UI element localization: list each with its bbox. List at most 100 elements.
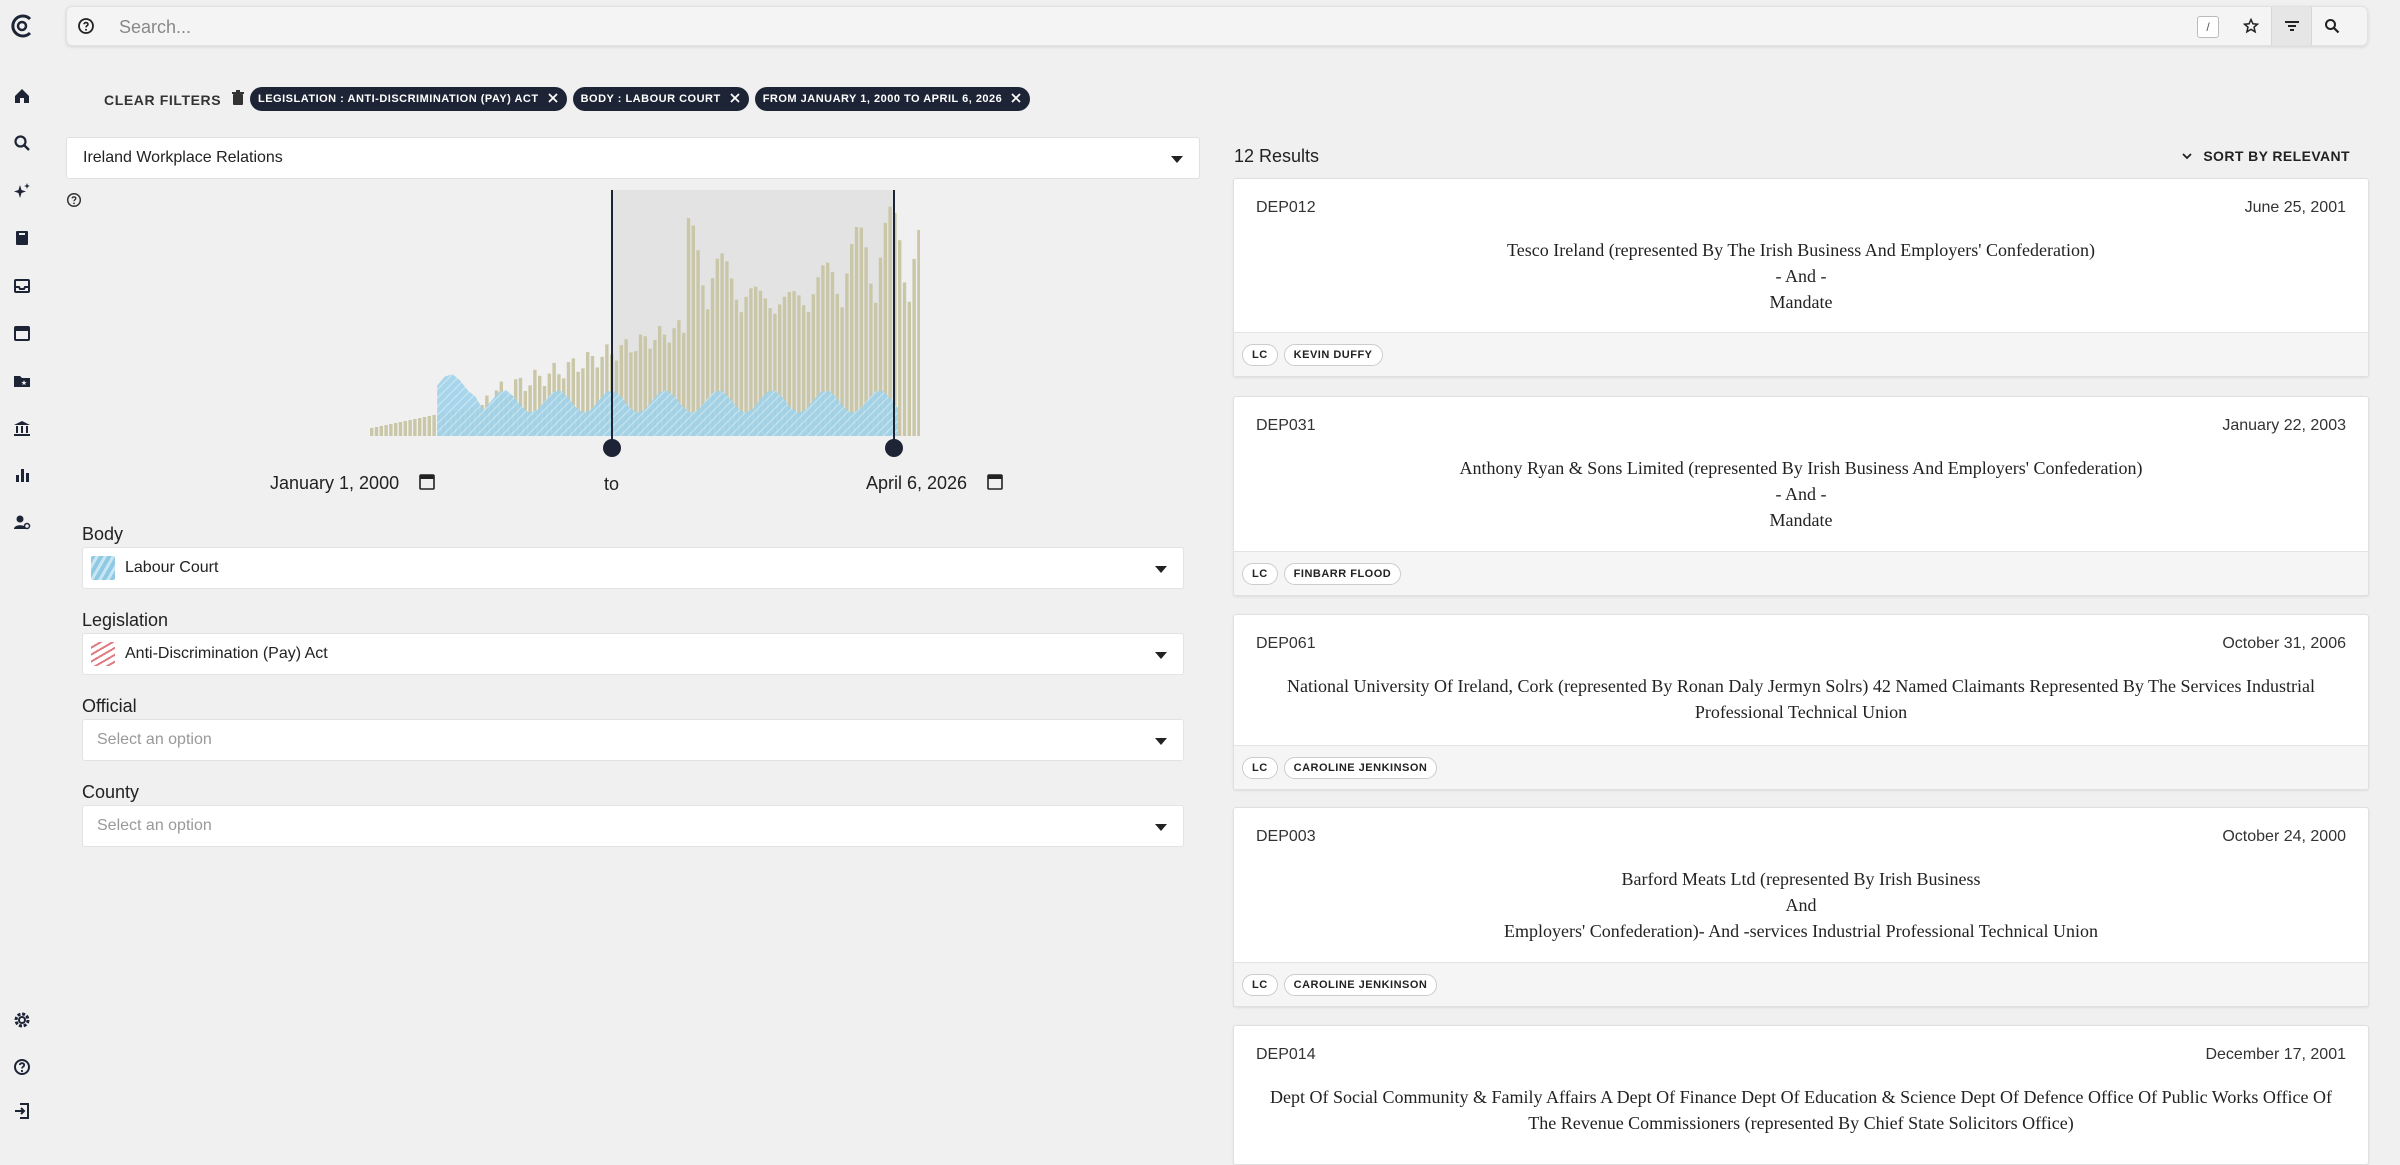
book-icon[interactable] — [10, 226, 34, 250]
body-value: Labour Court — [125, 559, 219, 576]
help-icon[interactable] — [10, 1055, 34, 1079]
close-icon[interactable] — [729, 92, 741, 107]
filter-icon[interactable] — [2271, 7, 2311, 45]
result-date: June 25, 2001 — [2244, 199, 2346, 216]
search-nav-icon[interactable] — [10, 131, 34, 155]
histogram-bar — [398, 422, 403, 436]
filter-chip[interactable]: LEGISLATION : ANTI-DISCRIMINATION (PAY) … — [250, 87, 567, 111]
title-line: Mandate — [1769, 292, 1833, 312]
filter-chip[interactable]: FROM JANUARY 1, 2000 TO APRIL 6, 2026 — [754, 87, 1031, 111]
calendar-icon[interactable] — [987, 472, 1003, 495]
search-input[interactable] — [119, 15, 1719, 39]
result-id: DEP031 — [1256, 417, 1316, 434]
histogram-bar — [696, 250, 700, 436]
result-date: October 31, 2006 — [2222, 635, 2346, 652]
histogram-bar — [432, 415, 436, 436]
result-date: January 22, 2003 — [2222, 417, 2346, 434]
filter-chip-label: FROM JANUARY 1, 2000 TO APRIL 6, 2026 — [762, 93, 1003, 105]
date-histogram[interactable] — [360, 186, 920, 462]
official-tag[interactable]: CAROLINE JENKINSON — [1283, 973, 1438, 996]
legislation-select[interactable]: Anti-Discrimination (Pay) Act — [82, 633, 1184, 675]
logout-icon[interactable] — [10, 1099, 34, 1123]
app-logo[interactable] — [8, 12, 36, 40]
county-label: County — [82, 782, 140, 802]
date-from[interactable]: January 1, 2000 — [270, 472, 435, 495]
title-line: - And - — [1775, 266, 1827, 286]
dataset-select[interactable]: Ireland Workplace Relations — [66, 137, 1200, 179]
result-id: DEP003 — [1256, 828, 1316, 845]
star-icon[interactable] — [2231, 7, 2271, 45]
home-icon[interactable] — [10, 84, 34, 108]
result-tags: LC CAROLINE JENKINSON — [1234, 962, 2368, 1006]
title-line: Barford Meats Ltd (represented By Irish … — [1621, 869, 1981, 889]
official-label: Official — [82, 696, 137, 716]
histogram-bar — [374, 427, 379, 436]
date-from-value: January 1, 2000 — [270, 473, 400, 493]
title-line: Dept Of Social Community & Family Affair… — [1270, 1087, 2332, 1133]
result-card[interactable]: DEP014 December 17, 2001 Dept Of Social … — [1233, 1025, 2369, 1165]
result-date: October 24, 2000 — [2222, 828, 2346, 845]
date-to[interactable]: April 6, 2026 — [866, 472, 1003, 495]
trash-icon — [231, 90, 245, 109]
calendar-icon[interactable] — [419, 472, 435, 495]
range-start-handle[interactable] — [603, 439, 621, 457]
result-title[interactable]: National University Of Ireland, Cork (re… — [1254, 673, 2348, 725]
body-tag[interactable]: LC — [1242, 343, 1278, 366]
sparkle-icon[interactable] — [10, 179, 34, 203]
settings-gear-icon[interactable] — [10, 1008, 34, 1032]
sort-button[interactable]: SORT BY RELEVANT — [2181, 148, 2350, 164]
results-count: 12 Results — [1234, 146, 1320, 166]
official-tag[interactable]: KEVIN DUFFY — [1283, 343, 1383, 366]
title-line: Anthony Ryan & Sons Limited (represented… — [1459, 458, 2143, 478]
search-help-icon[interactable] — [77, 17, 95, 40]
histogram-bar — [418, 418, 422, 436]
county-select[interactable]: Select an option — [82, 805, 1184, 847]
result-title[interactable]: Barford Meats Ltd (represented By Irish … — [1254, 866, 2348, 944]
official-tag[interactable]: FINBARR FLOOD — [1283, 562, 1402, 585]
starred-folder-icon[interactable] — [10, 369, 34, 393]
close-icon[interactable] — [547, 92, 559, 107]
sort-label: SORT BY RELEVANT — [2203, 148, 2350, 164]
result-card[interactable]: DEP061 October 31, 2006 National Univers… — [1233, 614, 2369, 790]
result-title[interactable]: Dept Of Social Community & Family Affair… — [1254, 1084, 2348, 1136]
histogram-bar — [370, 428, 374, 436]
result-card[interactable]: DEP003 October 24, 2000 Barford Meats Lt… — [1233, 807, 2369, 1007]
histogram-bar — [686, 218, 691, 436]
result-tags: LC CAROLINE JENKINSON — [1234, 745, 2368, 789]
close-icon[interactable] — [1010, 92, 1022, 107]
calendar-icon[interactable] — [10, 321, 34, 345]
clear-filters-button[interactable]: CLEAR FILTERS — [104, 90, 245, 109]
histogram-bar — [389, 424, 393, 436]
clear-filters-label: CLEAR FILTERS — [104, 91, 222, 108]
histogram-bar — [902, 282, 907, 436]
title-line: - And - — [1775, 484, 1827, 504]
nav-rail — [0, 0, 44, 1144]
chevron-down-icon — [1171, 156, 1183, 163]
body-select[interactable]: Labour Court — [82, 547, 1184, 589]
result-title[interactable]: Tesco Ireland (represented By The Irish … — [1254, 237, 2348, 315]
result-title[interactable]: Anthony Ryan & Sons Limited (represented… — [1254, 455, 2348, 533]
official-select[interactable]: Select an option — [82, 719, 1184, 761]
title-line: And — [1785, 895, 1817, 915]
shortcut-hint: / — [2197, 16, 2219, 38]
result-card[interactable]: DEP031 January 22, 2003 Anthony Ryan & S… — [1233, 396, 2369, 596]
institution-icon[interactable] — [10, 416, 34, 440]
result-card[interactable]: DEP012 June 25, 2001 Tesco Ireland (repr… — [1233, 178, 2369, 377]
search-submit-icon[interactable] — [2311, 7, 2351, 45]
body-tag[interactable]: LC — [1242, 973, 1278, 996]
official-placeholder: Select an option — [97, 731, 212, 748]
chevron-down-icon — [2181, 148, 2193, 164]
date-range-separator: to — [604, 474, 620, 494]
range-end-handle[interactable] — [885, 439, 903, 457]
filter-chip[interactable]: BODY : LABOUR COURT — [572, 87, 749, 111]
chart-help-icon[interactable] — [66, 192, 82, 213]
bar-chart-icon[interactable] — [10, 463, 34, 487]
body-color-swatch — [91, 556, 115, 580]
user-settings-icon[interactable] — [10, 510, 34, 534]
official-tag[interactable]: CAROLINE JENKINSON — [1283, 756, 1438, 779]
inbox-icon[interactable] — [10, 274, 34, 298]
histogram-bar — [384, 425, 388, 436]
body-tag[interactable]: LC — [1242, 562, 1278, 585]
histogram-bar — [907, 301, 911, 436]
body-tag[interactable]: LC — [1242, 756, 1278, 779]
